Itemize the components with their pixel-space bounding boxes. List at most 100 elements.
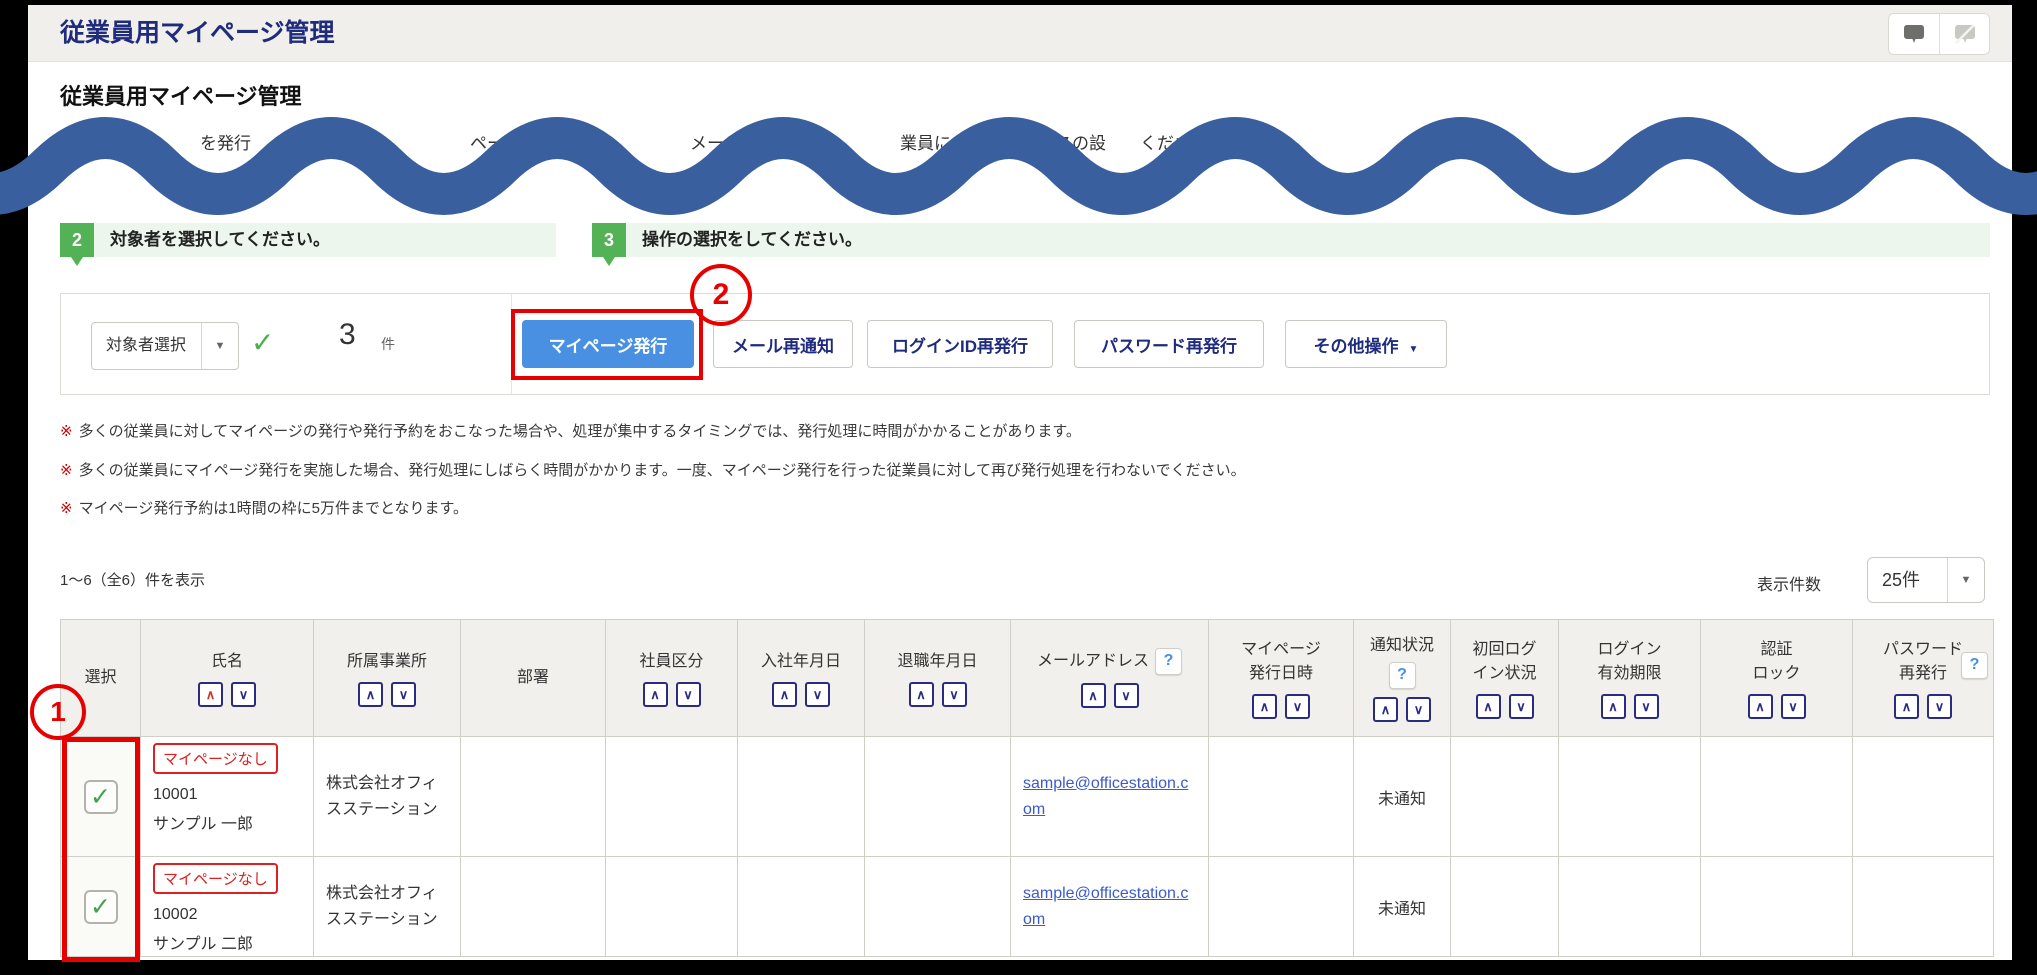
office-cell: 株式会社オフィスステーション xyxy=(314,857,461,957)
sort-down-button[interactable]: ∨ xyxy=(942,682,967,707)
help-icon[interactable]: ? xyxy=(1961,652,1988,679)
sort-down-button[interactable]: ∨ xyxy=(1285,694,1310,719)
sort-up-button[interactable]: ∧ xyxy=(1373,697,1398,722)
help-icon[interactable]: ? xyxy=(1389,662,1416,689)
column-header-label: 選択 xyxy=(63,666,138,690)
column-header: ログイン有効期限 ∧ ∨ xyxy=(1559,620,1701,737)
table-cell xyxy=(1451,857,1559,957)
note-asterisk: ※ xyxy=(60,462,73,479)
column-header-label: マイページ発行日時 xyxy=(1211,638,1351,686)
select-cell xyxy=(61,857,141,957)
mypage-status-badge: マイページなし xyxy=(153,743,278,774)
comment-off-icon[interactable] xyxy=(1939,14,1989,54)
sort-up-button[interactable]: ∧ xyxy=(198,682,223,707)
omitted-fragment: ページ xyxy=(470,129,521,154)
sort-down-button[interactable]: ∨ xyxy=(391,682,416,707)
column-header: 入社年月日∧∨ xyxy=(738,620,865,737)
page-size-value: 25件 xyxy=(1882,558,1920,602)
table-cell xyxy=(1559,737,1701,857)
sort-up-button[interactable]: ∧ xyxy=(1476,694,1501,719)
table-cell xyxy=(606,857,738,957)
table-cell xyxy=(606,737,738,857)
column-header: 氏名 ∧ ∨ xyxy=(141,620,314,737)
target-select-dropdown[interactable]: 対象者選択 xyxy=(91,322,239,370)
table-cell xyxy=(738,737,865,857)
title-bar: 従業員用マイページ管理 xyxy=(28,5,2012,62)
sort-up-button[interactable]: ∧ xyxy=(1252,694,1277,719)
result-range-text: 1～6（全6）件を表示 xyxy=(60,569,205,590)
sort-down-button[interactable]: ∨ xyxy=(1927,694,1952,719)
sort-down-button[interactable]: ∨ xyxy=(231,682,256,707)
sort-up-button[interactable]: ∧ xyxy=(1081,683,1106,708)
name-cell: マイページなし10001サンプル 一郎 xyxy=(141,737,314,857)
table-cell xyxy=(865,857,1011,957)
issue-mypage-button[interactable]: マイページ発行 xyxy=(522,320,694,368)
other-actions-button[interactable]: その他操作▼ xyxy=(1285,320,1447,368)
column-header: メールアドレス?∧∨ xyxy=(1011,620,1209,737)
column-header: 社員区分 ∧ ∨ xyxy=(606,620,738,737)
sort-up-button[interactable]: ∧ xyxy=(1748,694,1773,719)
page-size-dropdown[interactable]: 25件 xyxy=(1867,557,1985,603)
page-size-label: 表示件数 xyxy=(1757,571,1821,595)
notice-status-cell: 未通知 xyxy=(1354,737,1451,857)
sort-up-button[interactable]: ∧ xyxy=(772,682,797,707)
table-cell xyxy=(1559,857,1701,957)
employee-table: 選択氏名∧∨所属事業所∧∨部署社員区分∧∨入社年月日∧∨退職年月日∧∨メールアド… xyxy=(60,619,1994,957)
table-cell xyxy=(461,857,606,957)
omitted-fragment: を発行 xyxy=(200,129,251,154)
sort-down-button[interactable]: ∨ xyxy=(1781,694,1806,719)
action-toolbar: 対象者選択 3 件 マイページ発行メール再通知ログインID再発行パスワード再発行… xyxy=(60,293,1990,395)
employee-name: サンプル 二郎 xyxy=(153,930,305,954)
table-cell xyxy=(865,737,1011,857)
table-cell xyxy=(1853,857,1994,957)
name-cell: マイページなし10002サンプル 二郎 xyxy=(141,857,314,957)
sort-up-button[interactable]: ∧ xyxy=(643,682,668,707)
sort-up-button[interactable]: ∧ xyxy=(1601,694,1626,719)
column-header: 退職年月日 ∧ ∨ xyxy=(865,620,1011,737)
target-select-label: 対象者選択 xyxy=(106,323,186,369)
sort-down-button[interactable]: ∨ xyxy=(1114,683,1139,708)
chevron-down-icon xyxy=(201,323,238,369)
table-cell xyxy=(1209,737,1354,857)
table-cell xyxy=(1451,737,1559,857)
column-header: 選択 xyxy=(61,620,141,737)
email-link[interactable]: sample@officestation.com xyxy=(1023,775,1188,818)
sort-up-button[interactable]: ∧ xyxy=(909,682,934,707)
sort-up-button[interactable]: ∧ xyxy=(1894,694,1919,719)
column-header-label: ログイン有効期限 xyxy=(1561,638,1698,686)
mail-renotify-button[interactable]: メール再通知 xyxy=(713,320,853,368)
window-title: 従業員用マイページ管理 xyxy=(60,5,335,61)
chevron-down-icon xyxy=(1947,558,1984,602)
column-header: 初回ログイン状況∧∨ xyxy=(1451,620,1559,737)
sort-down-button[interactable]: ∨ xyxy=(805,682,830,707)
email-cell: sample@officestation.com xyxy=(1011,737,1209,857)
table-cell xyxy=(1701,737,1853,857)
screenshot-canvas: { "titlebar": { "title": "従業員用マイページ管理", … xyxy=(0,0,2037,975)
step-3-label: 操作の選択をしてください。 xyxy=(642,223,862,257)
table-cell xyxy=(461,737,606,857)
column-header-label: 氏名 xyxy=(143,650,311,674)
column-header-label: 社員区分 xyxy=(608,650,735,674)
step-3-badge: 3 xyxy=(592,223,626,257)
sort-down-button[interactable]: ∨ xyxy=(1406,697,1431,722)
office-cell: 株式会社オフィスステーション xyxy=(314,737,461,857)
reissue-password-button[interactable]: パスワード再発行 xyxy=(1074,320,1264,368)
column-header: 認証ロック∧∨ xyxy=(1701,620,1853,737)
comment-icon[interactable] xyxy=(1889,14,1939,54)
step-2-badge: 2 xyxy=(60,223,94,257)
column-header-label: 退職年月日 xyxy=(867,650,1008,674)
help-icon[interactable]: ? xyxy=(1155,648,1182,675)
omitted-fragment: スの設 xyxy=(1055,129,1106,154)
app-page: 従業員用マイページ管理 従業員用マイページ管理 を発行ページメール業員にスの設く… xyxy=(28,5,2012,960)
column-header: パスワード再発行?∧∨ xyxy=(1853,620,1994,737)
sort-down-button[interactable]: ∨ xyxy=(1634,694,1659,719)
sort-down-button[interactable]: ∨ xyxy=(1509,694,1534,719)
sort-down-button[interactable]: ∨ xyxy=(676,682,701,707)
row-checkbox[interactable] xyxy=(84,780,118,814)
row-checkbox[interactable] xyxy=(84,890,118,924)
reissue-login-id-button[interactable]: ログインID再発行 xyxy=(867,320,1053,368)
employee-id: 10002 xyxy=(153,906,305,924)
email-link[interactable]: sample@officestation.com xyxy=(1023,885,1188,928)
step-2-label: 対象者を選択してください。 xyxy=(110,223,330,257)
sort-up-button[interactable]: ∧ xyxy=(358,682,383,707)
